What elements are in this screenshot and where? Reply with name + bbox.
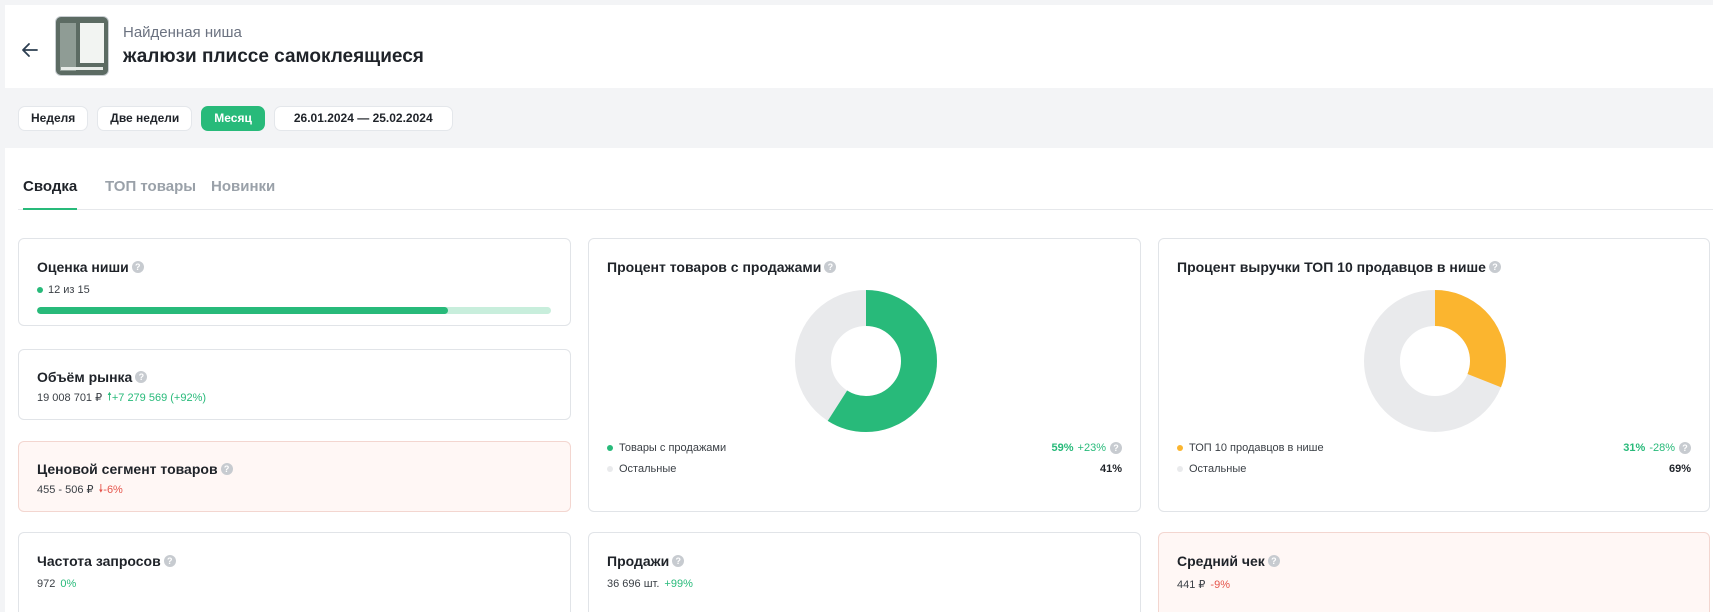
sales-card: Продажи ? 36 696 шт. +99% <box>588 532 1141 612</box>
tab-bar: Сводка ТОП товары Новинки <box>18 148 1713 210</box>
niche-score-value: 12 из 15 <box>48 284 90 296</box>
arrow-left-icon[interactable] <box>18 38 42 62</box>
avg-check-title: Средний чек <box>1177 553 1265 569</box>
top10-revenue-title: Процент выручки ТОП 10 продавцов в нише <box>1177 259 1486 275</box>
help-icon[interactable]: ? <box>135 371 148 383</box>
price-segment-card: Ценовой сегмент товаров ? 455 - 506 ₽ 🠗 … <box>18 441 571 512</box>
products-with-sales-row2-label: Остальные <box>619 463 677 475</box>
top10-revenue-row2-label: Остальные <box>1189 463 1247 475</box>
avg-check-card: Средний чек ? 441 ₽ -9% <box>1158 532 1710 612</box>
query-frequency-title: Частота запросов <box>37 553 161 569</box>
top10-revenue-row1-delta: -28% <box>1649 442 1675 454</box>
tab-top-products[interactable]: ТОП товары <box>105 178 196 208</box>
legend-dot-icon <box>607 466 613 472</box>
period-two-weeks-button[interactable]: Две недели <box>97 106 193 131</box>
market-volume-card: Объём рынка ? 19 008 701 ₽ 🠕 +7 279 569 … <box>18 349 571 420</box>
niche-score-progress-fill <box>37 307 449 314</box>
help-icon[interactable]: ? <box>220 463 233 475</box>
market-volume-value: 19 008 701 ₽ <box>37 392 103 404</box>
products-with-sales-donut <box>795 290 937 432</box>
sales-value: 36 696 шт. <box>607 578 660 590</box>
niche-score-title: Оценка ниши <box>37 259 129 275</box>
niche-score-progress <box>37 307 551 314</box>
tab-summary[interactable]: Сводка <box>23 178 78 210</box>
period-week-button[interactable]: Неделя <box>18 106 89 131</box>
legend-dot-icon <box>1177 445 1183 451</box>
sales-title: Продажи <box>607 553 670 569</box>
price-segment-value: 455 - 506 ₽ <box>37 484 94 496</box>
price-segment-title: Ценовой сегмент товаров <box>37 461 218 477</box>
products-with-sales-card: Процент товаров с продажами ? Товары с п… <box>588 238 1141 512</box>
top10-revenue-row1-label: ТОП 10 продавцов в нише <box>1189 442 1324 454</box>
legend-dot-icon <box>1177 466 1183 472</box>
page-subtitle: Найденная ниша <box>123 24 242 41</box>
price-segment-delta: -6% <box>103 483 123 496</box>
avg-check-value: 441 ₽ <box>1177 579 1206 591</box>
help-icon[interactable]: ? <box>672 555 685 567</box>
date-range-picker[interactable]: 26.01.2024 — 25.02.2024 <box>273 106 453 131</box>
query-frequency-value: 972 <box>37 578 56 590</box>
tab-new-products[interactable]: Новинки <box>211 178 275 208</box>
legend-dot-icon <box>607 445 613 451</box>
sales-delta: +99% <box>664 578 693 590</box>
help-icon[interactable]: ? <box>163 555 176 567</box>
help-icon[interactable]: ? <box>824 261 837 273</box>
help-icon[interactable]: ? <box>1110 442 1122 454</box>
page-header: Найденная ниша жалюзи плиссе самоклеящие… <box>5 5 1713 88</box>
products-with-sales-title: Процент товаров с продажами <box>607 259 822 275</box>
top10-revenue-row2-pct: 69% <box>1668 463 1691 475</box>
help-icon[interactable]: ? <box>1679 442 1691 454</box>
products-with-sales-row2-pct: 41% <box>1099 463 1122 475</box>
help-icon[interactable]: ? <box>1488 261 1501 273</box>
status-dot-icon <box>37 287 43 293</box>
product-thumbnail <box>55 16 109 76</box>
products-with-sales-row1-pct: 59% <box>1051 442 1074 454</box>
period-month-button[interactable]: Месяц <box>201 106 265 131</box>
query-frequency-delta: 0% <box>60 578 77 590</box>
market-volume-delta: +7 279 569 (+92%) <box>111 391 207 404</box>
top10-revenue-donut <box>1364 290 1506 432</box>
period-selector: Неделя Две недели Месяц 26.01.2024 — 25.… <box>18 106 453 131</box>
main-content: Сводка ТОП товары Новинки Оценка ниши ? … <box>5 148 1713 612</box>
products-with-sales-row1-delta: +23% <box>1077 442 1106 454</box>
query-frequency-card: Частота запросов ? 972 0% <box>18 532 571 612</box>
niche-score-card: Оценка ниши ? 12 из 15 <box>18 238 571 326</box>
page-title: жалюзи плиссе самоклеящиеся <box>123 46 424 67</box>
top10-revenue-row1-pct: 31% <box>1623 442 1646 454</box>
avg-check-delta: -9% <box>1210 578 1230 591</box>
help-icon[interactable]: ? <box>1267 555 1280 567</box>
products-with-sales-row1-label: Товары с продажами <box>619 442 727 454</box>
top10-revenue-card: Процент выручки ТОП 10 продавцов в нише … <box>1158 238 1710 512</box>
help-icon[interactable]: ? <box>131 261 144 273</box>
market-volume-title: Объём рынка <box>37 369 133 385</box>
